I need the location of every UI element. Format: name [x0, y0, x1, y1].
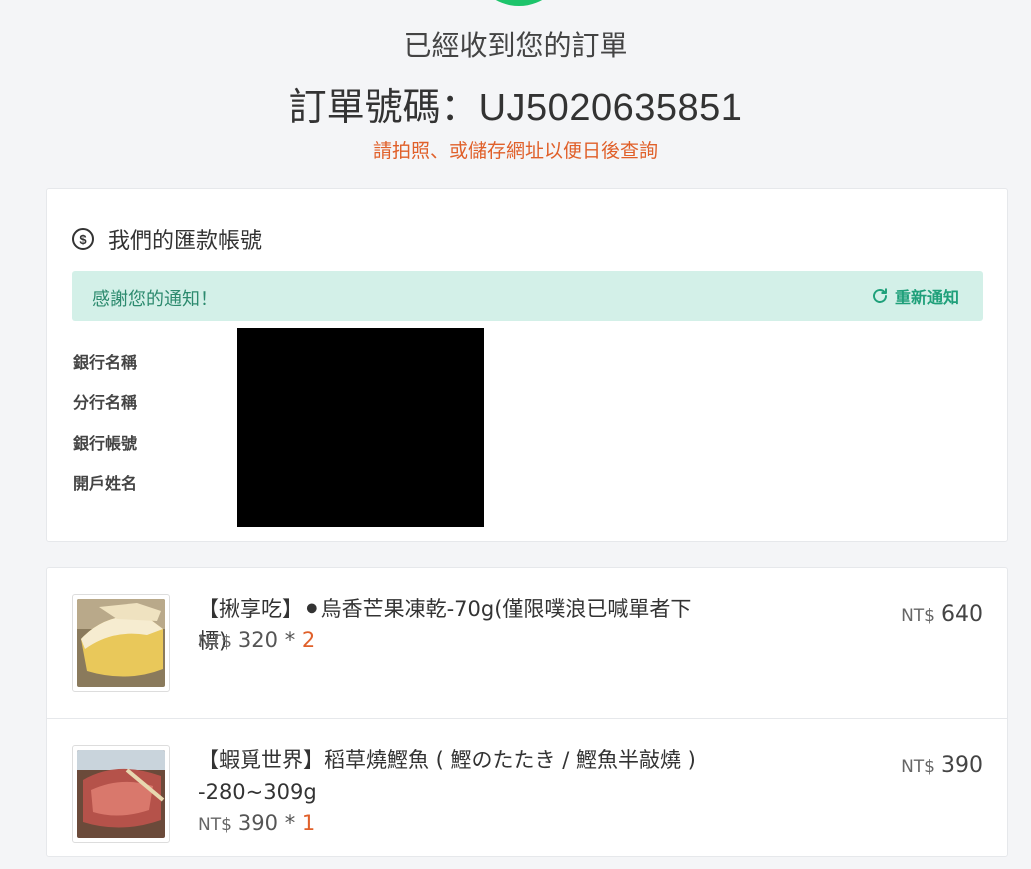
- unit-price-value: 320: [237, 628, 279, 652]
- unit-price-value: 390: [237, 811, 279, 835]
- dollar-icon: $: [72, 228, 94, 250]
- refresh-icon: [873, 288, 887, 303]
- item-total: NT$ 390: [901, 753, 983, 778]
- order-items-card: 【揪享吃】⚫烏香芒果凍乾-70g(僅限噗浪已喊單者下標) NT$ 320 * 2 …: [46, 567, 1008, 857]
- renotify-button[interactable]: 重新通知: [871, 284, 959, 308]
- success-check-icon: [474, 0, 564, 6]
- item-quantity: 1: [301, 811, 316, 835]
- renotify-label: 重新通知: [894, 288, 959, 307]
- item-total-value: 640: [941, 602, 983, 627]
- bank-account-title-text: 我們的匯款帳號: [108, 229, 263, 254]
- currency-label: NT$: [901, 757, 935, 777]
- currency-label: NT$: [901, 606, 935, 626]
- item-total: NT$ 640: [901, 602, 983, 627]
- order-received-heading: 已經收到您的訂單: [403, 29, 628, 62]
- times-sign: *: [284, 811, 296, 835]
- currency-label: NT$: [198, 632, 232, 652]
- branch-name-label: 分行名稱: [73, 393, 138, 412]
- redacted-bank-details: [237, 328, 484, 527]
- bank-account-title: $ 我們的匯款帳號: [72, 223, 262, 255]
- item-unit-price: NT$ 320 * 2: [198, 628, 315, 652]
- order-number-heading: 訂單號碼：UJ5020635851: [0, 76, 1031, 131]
- order-item: 【揪享吃】⚫烏香芒果凍乾-70g(僅限噗浪已喊單者下標) NT$ 320 * 2 …: [47, 568, 1007, 718]
- payment-notice-bar: 感謝您的通知！ 重新通知: [72, 271, 983, 321]
- order-number-label: 訂單號碼：: [288, 85, 479, 129]
- order-number-value: UJ5020635851: [478, 87, 743, 129]
- times-sign: *: [284, 628, 296, 652]
- account-number-label: 銀行帳號: [73, 434, 138, 453]
- save-url-hint: 請拍照、或儲存網址以便日後查詢: [372, 140, 658, 162]
- product-thumbnail[interactable]: [72, 594, 170, 692]
- currency-label: NT$: [198, 815, 232, 835]
- order-item: 【蝦覓世界】稻草燒鰹魚 ( 鰹のたたき / 鰹魚半敲燒 ) -280~309g …: [47, 718, 1007, 869]
- bank-name-label: 銀行名稱: [73, 353, 138, 372]
- item-total-value: 390: [941, 753, 983, 778]
- account-holder-label: 開戶姓名: [73, 474, 138, 493]
- product-thumbnail[interactable]: [72, 745, 170, 843]
- item-unit-price: NT$ 390 * 1: [198, 811, 315, 835]
- bank-account-card: $ 我們的匯款帳號 感謝您的通知！ 重新通知 銀行名稱 分行名稱 銀行帳號 開戶…: [46, 188, 1008, 542]
- item-name: 【蝦覓世界】稻草燒鰹魚 ( 鰹のたたき / 鰹魚半敲燒 ) -280~309g: [198, 748, 696, 804]
- item-quantity: 2: [301, 628, 316, 652]
- payment-notice-text: 感謝您的通知！: [92, 289, 218, 310]
